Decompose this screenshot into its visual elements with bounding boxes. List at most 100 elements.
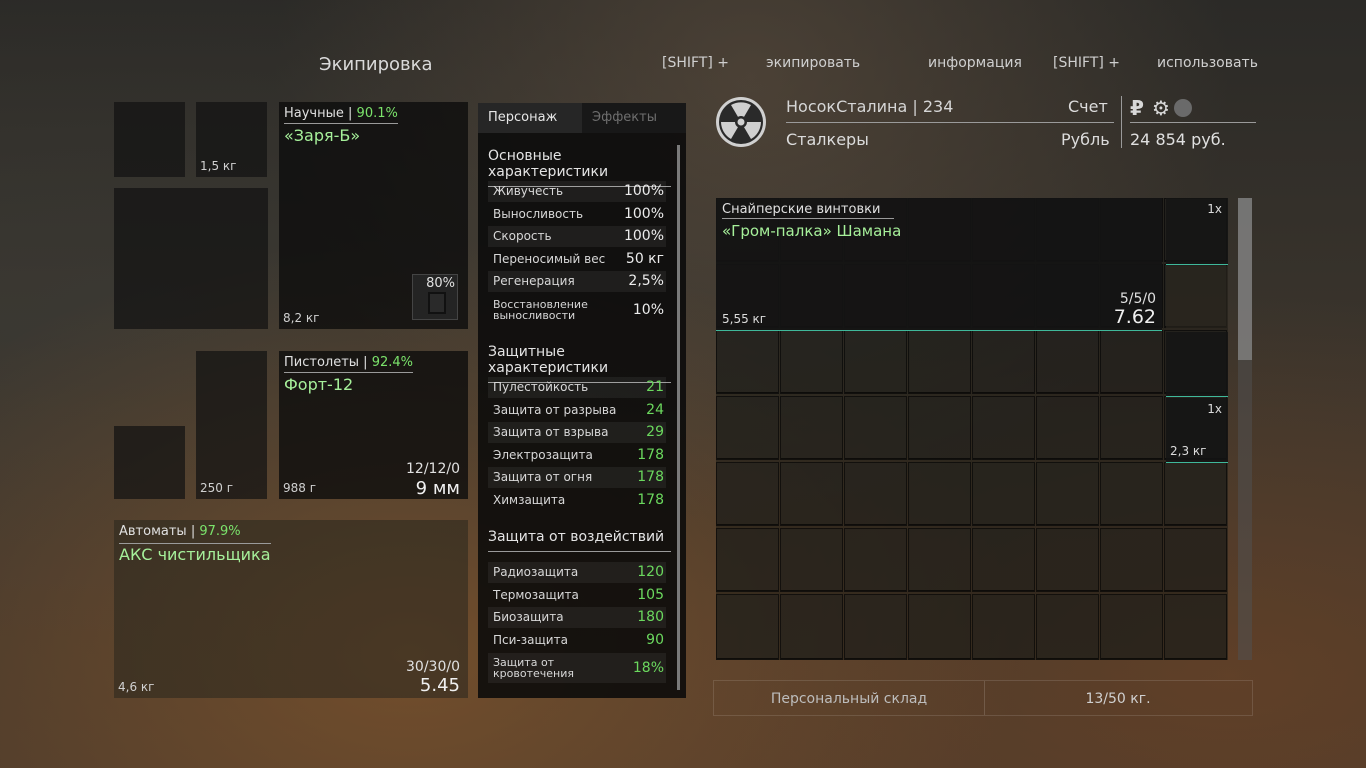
currency-label: Рубль: [1061, 130, 1110, 149]
inventory-cell[interactable]: [1036, 462, 1099, 526]
sniper-caliber: 7.62: [1113, 306, 1156, 328]
inventory-cell[interactable]: [780, 396, 843, 460]
artifact-slot[interactable]: Научные | 90.1% «Заря-Б» 80% 8,2 кг: [279, 102, 468, 329]
inventory-cell[interactable]: [1036, 330, 1099, 394]
stat-row: Пси-защита 90: [493, 632, 664, 648]
inventory-cell[interactable]: [1100, 594, 1163, 660]
equipment-slot-quick[interactable]: [114, 426, 185, 499]
pistol-slot[interactable]: Пистолеты | 92.4% Форт-12 12/12/0 9 мм 9…: [279, 351, 468, 499]
inventory-cell[interactable]: [1164, 462, 1227, 526]
stat-row: Защита от огня 178: [488, 467, 666, 488]
player-name: НосокСталина: [786, 97, 908, 116]
inventory-cell[interactable]: [716, 396, 779, 460]
stat-row: Скорость 100%: [488, 226, 666, 247]
stat-row: Защита от кровотечения 18%: [488, 653, 666, 683]
inventory-cell[interactable]: [1036, 594, 1099, 660]
inventory-cell[interactable]: [1036, 396, 1099, 460]
stat-row: Пулестойкость 21: [488, 377, 666, 398]
artifact-category: Научные | 90.1%: [284, 106, 398, 124]
inventory-item[interactable]: 1x 2,3 кг: [1166, 398, 1228, 463]
sniper-category: Снайперские винтовки: [722, 202, 894, 219]
equipment-slot-device[interactable]: 1,5 кг: [196, 102, 267, 177]
storage-bar: Персональный склад 13/50 кг.: [713, 680, 1253, 716]
inventory-cell[interactable]: [908, 330, 971, 394]
inventory-cell[interactable]: [716, 462, 779, 526]
tab-effects[interactable]: Эффекты: [582, 103, 686, 133]
rifle-caliber: 5.45: [419, 675, 460, 696]
sniper-rifle-item[interactable]: Снайперские винтовки «Гром-палка» Шамана…: [716, 198, 1162, 331]
inventory-cell[interactable]: [844, 330, 907, 394]
account-separator: [1121, 96, 1122, 148]
equipment-slot-armor[interactable]: [114, 188, 268, 329]
inventory-cell[interactable]: [716, 594, 779, 660]
inventory-cell[interactable]: [780, 594, 843, 660]
stat-row: Защита от разрыва 24: [493, 402, 664, 418]
item-weight: 2,3 кг: [1170, 444, 1207, 458]
stat-row: Восстановление выносливости 10%: [493, 298, 664, 322]
inventory-cell[interactable]: [1036, 528, 1099, 592]
inventory-cell[interactable]: [780, 528, 843, 592]
inventory-cell[interactable]: [1164, 528, 1227, 592]
equipment-slot-knife[interactable]: 250 г: [196, 351, 267, 499]
stat-row: Выносливость 100%: [493, 206, 664, 222]
sniper-name: «Гром-палка» Шамана: [722, 222, 902, 240]
inventory-cell[interactable]: [1100, 330, 1163, 394]
inventory-item[interactable]: 1x: [1166, 198, 1228, 265]
personal-storage-button[interactable]: Персональный склад: [714, 681, 985, 715]
inventory-cell[interactable]: [908, 462, 971, 526]
token-icon: [1174, 99, 1192, 117]
inventory-cell[interactable]: [844, 594, 907, 660]
inventory-cell[interactable]: [908, 396, 971, 460]
rifle-name: АКС чистильщика: [119, 543, 271, 564]
inventory-cell[interactable]: [1100, 462, 1163, 526]
tab-character[interactable]: Персонаж: [478, 103, 582, 133]
pistol-category: Пистолеты | 92.4%: [284, 355, 414, 373]
player-name-line: НосокСталина | 234: [786, 97, 1114, 123]
inventory-cell[interactable]: [716, 528, 779, 592]
pistol-caliber: 9 мм: [415, 478, 460, 499]
inventory-scroll-thumb[interactable]: [1238, 198, 1252, 360]
inventory-cell[interactable]: [1164, 594, 1227, 660]
inventory-cell[interactable]: [844, 462, 907, 526]
container-badge: 80%: [412, 274, 458, 320]
inventory-cell[interactable]: [844, 396, 907, 460]
inventory-cell[interactable]: [972, 528, 1035, 592]
player-faction: Сталкеры: [786, 130, 869, 149]
inventory-cell[interactable]: [780, 330, 843, 394]
stat-row: Радиозащита 120: [488, 562, 666, 583]
rifle-category: Автоматы | 97.9%: [119, 524, 241, 539]
inventory-cell[interactable]: [972, 462, 1035, 526]
stat-row: Регенерация 2,5%: [488, 271, 666, 292]
pistol-name: Форт-12: [284, 375, 354, 394]
stats-scrollbar[interactable]: [677, 145, 680, 690]
inventory-cell[interactable]: [844, 528, 907, 592]
rifle-slot[interactable]: Автоматы | 97.9% АКС чистильщика 30/30/0…: [114, 520, 468, 698]
item-count: 1x: [1207, 202, 1222, 216]
container-icon: [428, 292, 446, 314]
inventory-cell[interactable]: [972, 396, 1035, 460]
pistol-ammo: 12/12/0: [406, 461, 460, 477]
inventory-cell[interactable]: [780, 462, 843, 526]
hint-shift-equip: [SHIFT] +: [662, 55, 730, 71]
inventory-cell[interactable]: [716, 330, 779, 394]
section-title-effects: Защита от воздействий: [488, 529, 671, 552]
sniper-ammo: 5/5/0: [1119, 291, 1156, 307]
stat-row: Электрозащита 178: [493, 447, 664, 463]
inventory-cell[interactable]: [972, 330, 1035, 394]
inventory-cell[interactable]: [1100, 528, 1163, 592]
artifact-name: «Заря-Б»: [284, 126, 361, 145]
equipment-slot-small[interactable]: [114, 102, 185, 177]
hint-use: использовать: [1157, 55, 1258, 71]
inventory-cell[interactable]: [1166, 266, 1228, 330]
inventory-cell[interactable]: [908, 594, 971, 660]
inventory-item[interactable]: [1166, 332, 1228, 397]
money-amount: 24 854 руб.: [1130, 130, 1226, 149]
inventory-cell[interactable]: [908, 528, 971, 592]
inventory-cell[interactable]: [972, 594, 1035, 660]
radiation-emblem-icon: [716, 97, 766, 147]
inventory-cell[interactable]: [1100, 396, 1163, 460]
ruble-icon: ₽: [1130, 96, 1144, 120]
item-count: 1x: [1207, 402, 1222, 416]
stats-panel: Персонаж Эффекты Основные характеристики…: [478, 103, 686, 698]
stat-row: Биозащита 180: [488, 607, 666, 628]
